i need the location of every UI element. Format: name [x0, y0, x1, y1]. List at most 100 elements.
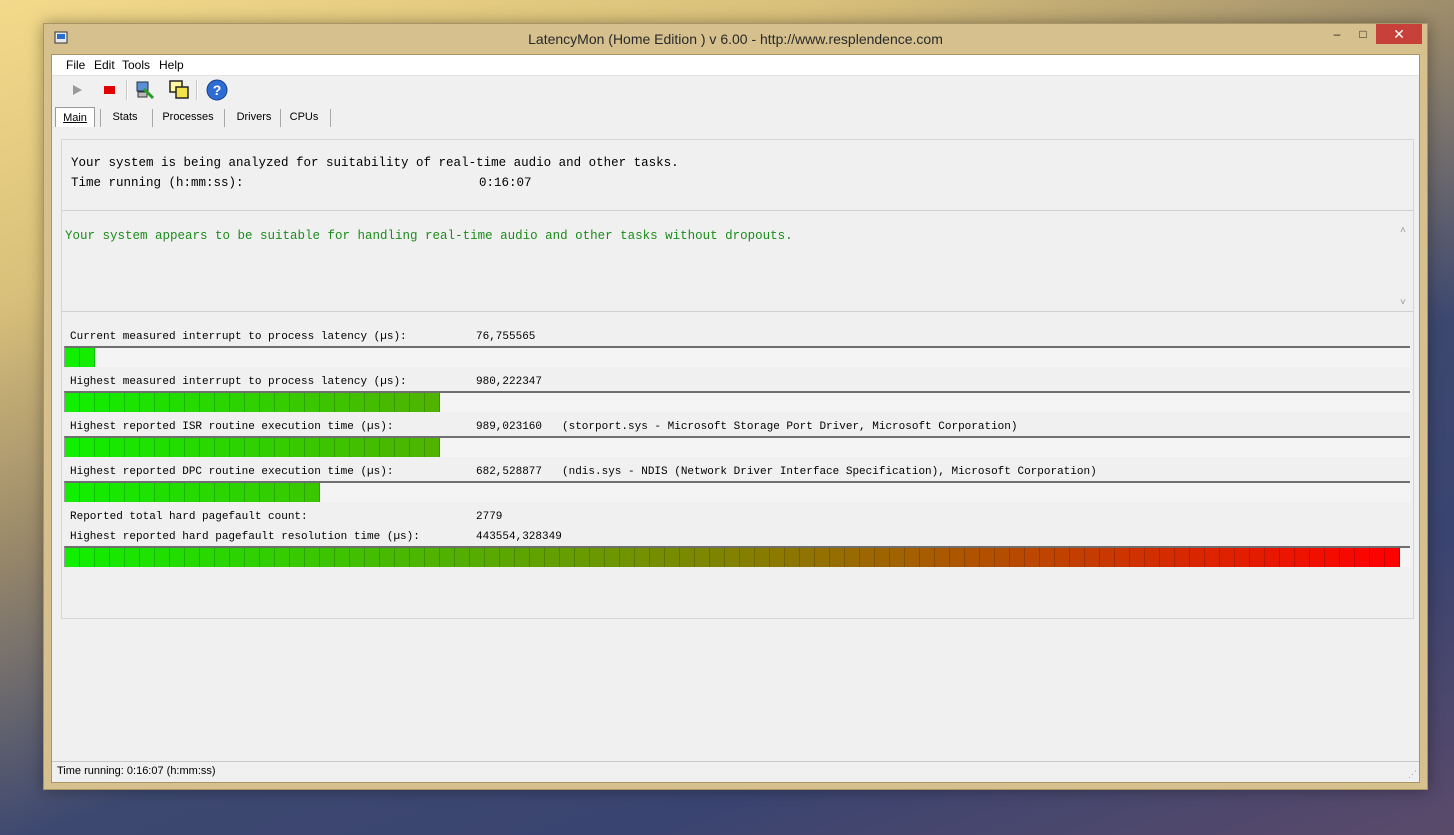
verdict-box[interactable]: Your system appears to be suitable for h…	[62, 210, 1413, 312]
meter-segment	[1355, 548, 1370, 567]
tab-separator	[152, 109, 153, 127]
meter-segment	[65, 438, 80, 457]
play-icon[interactable]	[66, 79, 88, 101]
tab-cpus-label: CPUs	[289, 111, 319, 123]
verdict-scrollbar[interactable]: ˄ ˅	[1397, 225, 1413, 311]
meter-segment	[425, 393, 440, 412]
scroll-down-icon[interactable]: ˅	[1400, 297, 1406, 308]
meter-segment	[125, 483, 140, 502]
meter-segment	[320, 438, 335, 457]
pagefault-count-value: 2779	[476, 511, 503, 523]
meter-segment	[200, 548, 215, 567]
meter-segment	[215, 483, 230, 502]
meter-segment	[1190, 548, 1205, 567]
tab-processes[interactable]: Processes	[156, 107, 220, 127]
menu-bar: File Edit Tools Help	[52, 55, 1419, 76]
meter-segment	[1130, 548, 1145, 567]
meter-segment	[320, 393, 335, 412]
windows-icon[interactable]	[168, 79, 190, 101]
resize-grip-icon[interactable]: ⋰	[1408, 769, 1417, 780]
meter-segment	[80, 438, 95, 457]
meter-segment	[110, 393, 125, 412]
meter-segment	[1070, 548, 1085, 567]
meter-segment	[470, 548, 485, 567]
meter-segment	[815, 548, 830, 567]
help-icon[interactable]: ?	[206, 79, 228, 101]
toolbar-separator	[126, 80, 128, 100]
tab-stats-label: Stats	[112, 111, 138, 123]
pc-tools-icon[interactable]	[134, 79, 156, 101]
meter-segment	[290, 438, 305, 457]
meter-segment	[1055, 548, 1070, 567]
maximize-button[interactable]: □	[1350, 24, 1376, 44]
meter-segment	[215, 548, 230, 567]
metric-label: Current measured interrupt to process la…	[70, 331, 407, 343]
metric-value: 989,023160	[476, 421, 543, 433]
meter-segment	[110, 483, 125, 502]
time-running-label: Time running (h:mm:ss):	[71, 176, 244, 190]
meter-segment	[95, 548, 110, 567]
meter-segment	[650, 548, 665, 567]
meter-segment	[305, 393, 320, 412]
meter-segment	[170, 393, 185, 412]
meter-segment	[320, 548, 335, 567]
metric-driver: (ndis.sys - NDIS (Network Driver Interfa…	[562, 466, 1097, 478]
meter-segment	[155, 393, 170, 412]
menu-tools[interactable]: Tools	[122, 58, 150, 72]
meter-segment	[425, 438, 440, 457]
meter-segment	[1085, 548, 1100, 567]
meter-segment	[230, 393, 245, 412]
scroll-up-icon[interactable]: ˄	[1400, 225, 1406, 236]
tab-cpus[interactable]: CPUs	[282, 107, 326, 127]
meter-segment	[95, 438, 110, 457]
meter-segment	[335, 393, 350, 412]
tab-stats[interactable]: Stats	[104, 107, 146, 127]
meter-segment	[1175, 548, 1190, 567]
meter-segment	[350, 548, 365, 567]
pagefault-time-label: Highest reported hard pagefault resoluti…	[70, 531, 420, 543]
meter-segment	[380, 548, 395, 567]
meter-segment	[215, 438, 230, 457]
meter-segment	[170, 483, 185, 502]
tab-separator	[224, 109, 225, 127]
meter-segment	[395, 548, 410, 567]
meter-segment	[905, 548, 920, 567]
meter-segment	[635, 548, 650, 567]
meter-segment	[65, 548, 80, 567]
tab-main-label: Main	[63, 112, 87, 124]
tab-drivers[interactable]: Drivers	[228, 107, 280, 127]
meter-segment	[665, 548, 680, 567]
close-button[interactable]: ✕	[1376, 24, 1422, 44]
tab-main[interactable]: Main	[55, 107, 95, 127]
meter-segment	[185, 483, 200, 502]
menu-edit[interactable]: Edit	[94, 58, 115, 72]
menu-file[interactable]: File	[66, 58, 85, 72]
meter-segment	[935, 548, 950, 567]
meter-segment	[140, 393, 155, 412]
meter-segment	[245, 393, 260, 412]
meter-segment	[800, 548, 815, 567]
meter-segment	[605, 548, 620, 567]
pagefault-count-label: Reported total hard pagefault count:	[70, 511, 308, 523]
meter-segment	[515, 548, 530, 567]
meter-segment	[1145, 548, 1160, 567]
meter-segment	[245, 483, 260, 502]
title-bar[interactable]: LatencyMon (Home Edition ) v 6.00 - http…	[44, 24, 1427, 54]
meter-segment	[290, 548, 305, 567]
meter-segment	[1295, 548, 1310, 567]
metric-label: Highest measured interrupt to process la…	[70, 376, 407, 388]
tab-separator	[100, 109, 101, 127]
stop-icon[interactable]	[98, 79, 120, 101]
latency-meter	[64, 436, 1410, 457]
meter-segment	[275, 393, 290, 412]
meter-segment	[185, 548, 200, 567]
meter-segment	[1325, 548, 1340, 567]
menu-help[interactable]: Help	[159, 58, 184, 72]
meter-segment	[1340, 548, 1355, 567]
meter-segment	[200, 483, 215, 502]
status-bar: Time running: 0:16:07 (h:mm:ss) ⋰	[52, 761, 1419, 782]
minimize-button[interactable]: –	[1324, 24, 1350, 44]
metric-label: Highest reported ISR routine execution t…	[70, 421, 394, 433]
meter-segment	[335, 438, 350, 457]
metric-driver: (storport.sys - Microsoft Storage Port D…	[562, 421, 1018, 433]
